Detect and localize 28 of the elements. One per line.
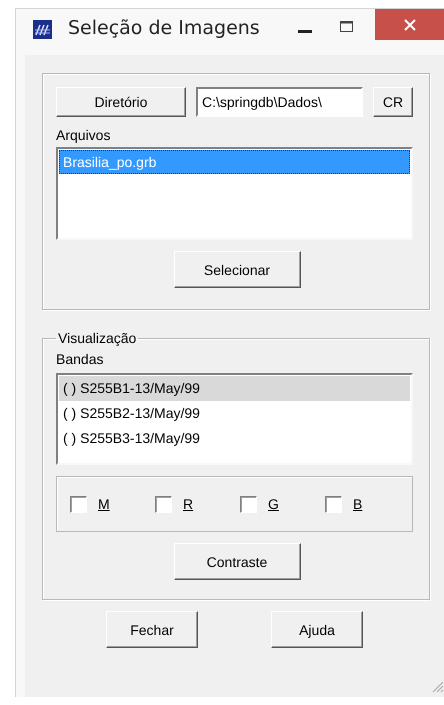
- band-item[interactable]: ( ) S255B3-13/May/99: [59, 426, 410, 451]
- band-list[interactable]: ( ) S255B1-13/May/99 ( ) S255B2-13/May/99 ( ) S255B3-13/May/99: [56, 373, 413, 465]
- cr-button[interactable]: CR: [373, 87, 413, 117]
- checkbox-label: G: [268, 496, 279, 512]
- close-icon: [404, 18, 416, 30]
- directory-button[interactable]: Diretório: [56, 87, 186, 117]
- window-title: Seleção de Imagens: [68, 17, 260, 39]
- band-item[interactable]: ( ) S255B2-13/May/99: [59, 401, 410, 426]
- checkbox-label: R: [183, 496, 194, 512]
- checkbox-label: B: [353, 496, 362, 512]
- bands-label: Bandas: [56, 351, 104, 369]
- checkbox[interactable]: [70, 496, 87, 512]
- select-button[interactable]: Selecionar: [174, 251, 300, 288]
- band-item[interactable]: ( ) S255B1-13/May/99: [59, 376, 410, 401]
- contrast-button[interactable]: Contraste: [174, 543, 300, 580]
- files-label: Arquivos: [56, 127, 112, 145]
- checkbox-label: M: [98, 496, 110, 512]
- checkbox[interactable]: [325, 496, 342, 512]
- group-title: Visualização: [57, 330, 138, 346]
- checkbox[interactable]: [155, 496, 172, 512]
- resize-grip-icon[interactable]: [431, 680, 444, 693]
- maximize-icon[interactable]: [340, 21, 353, 32]
- checkbox[interactable]: [240, 496, 257, 512]
- close-button[interactable]: [375, 9, 444, 40]
- dialog-button[interactable]: Fechar: [106, 611, 198, 648]
- path-field[interactable]: C:\springdb\Dados\: [196, 87, 363, 117]
- dialog-button[interactable]: Ajuda: [271, 611, 363, 648]
- app-icon: [33, 20, 52, 39]
